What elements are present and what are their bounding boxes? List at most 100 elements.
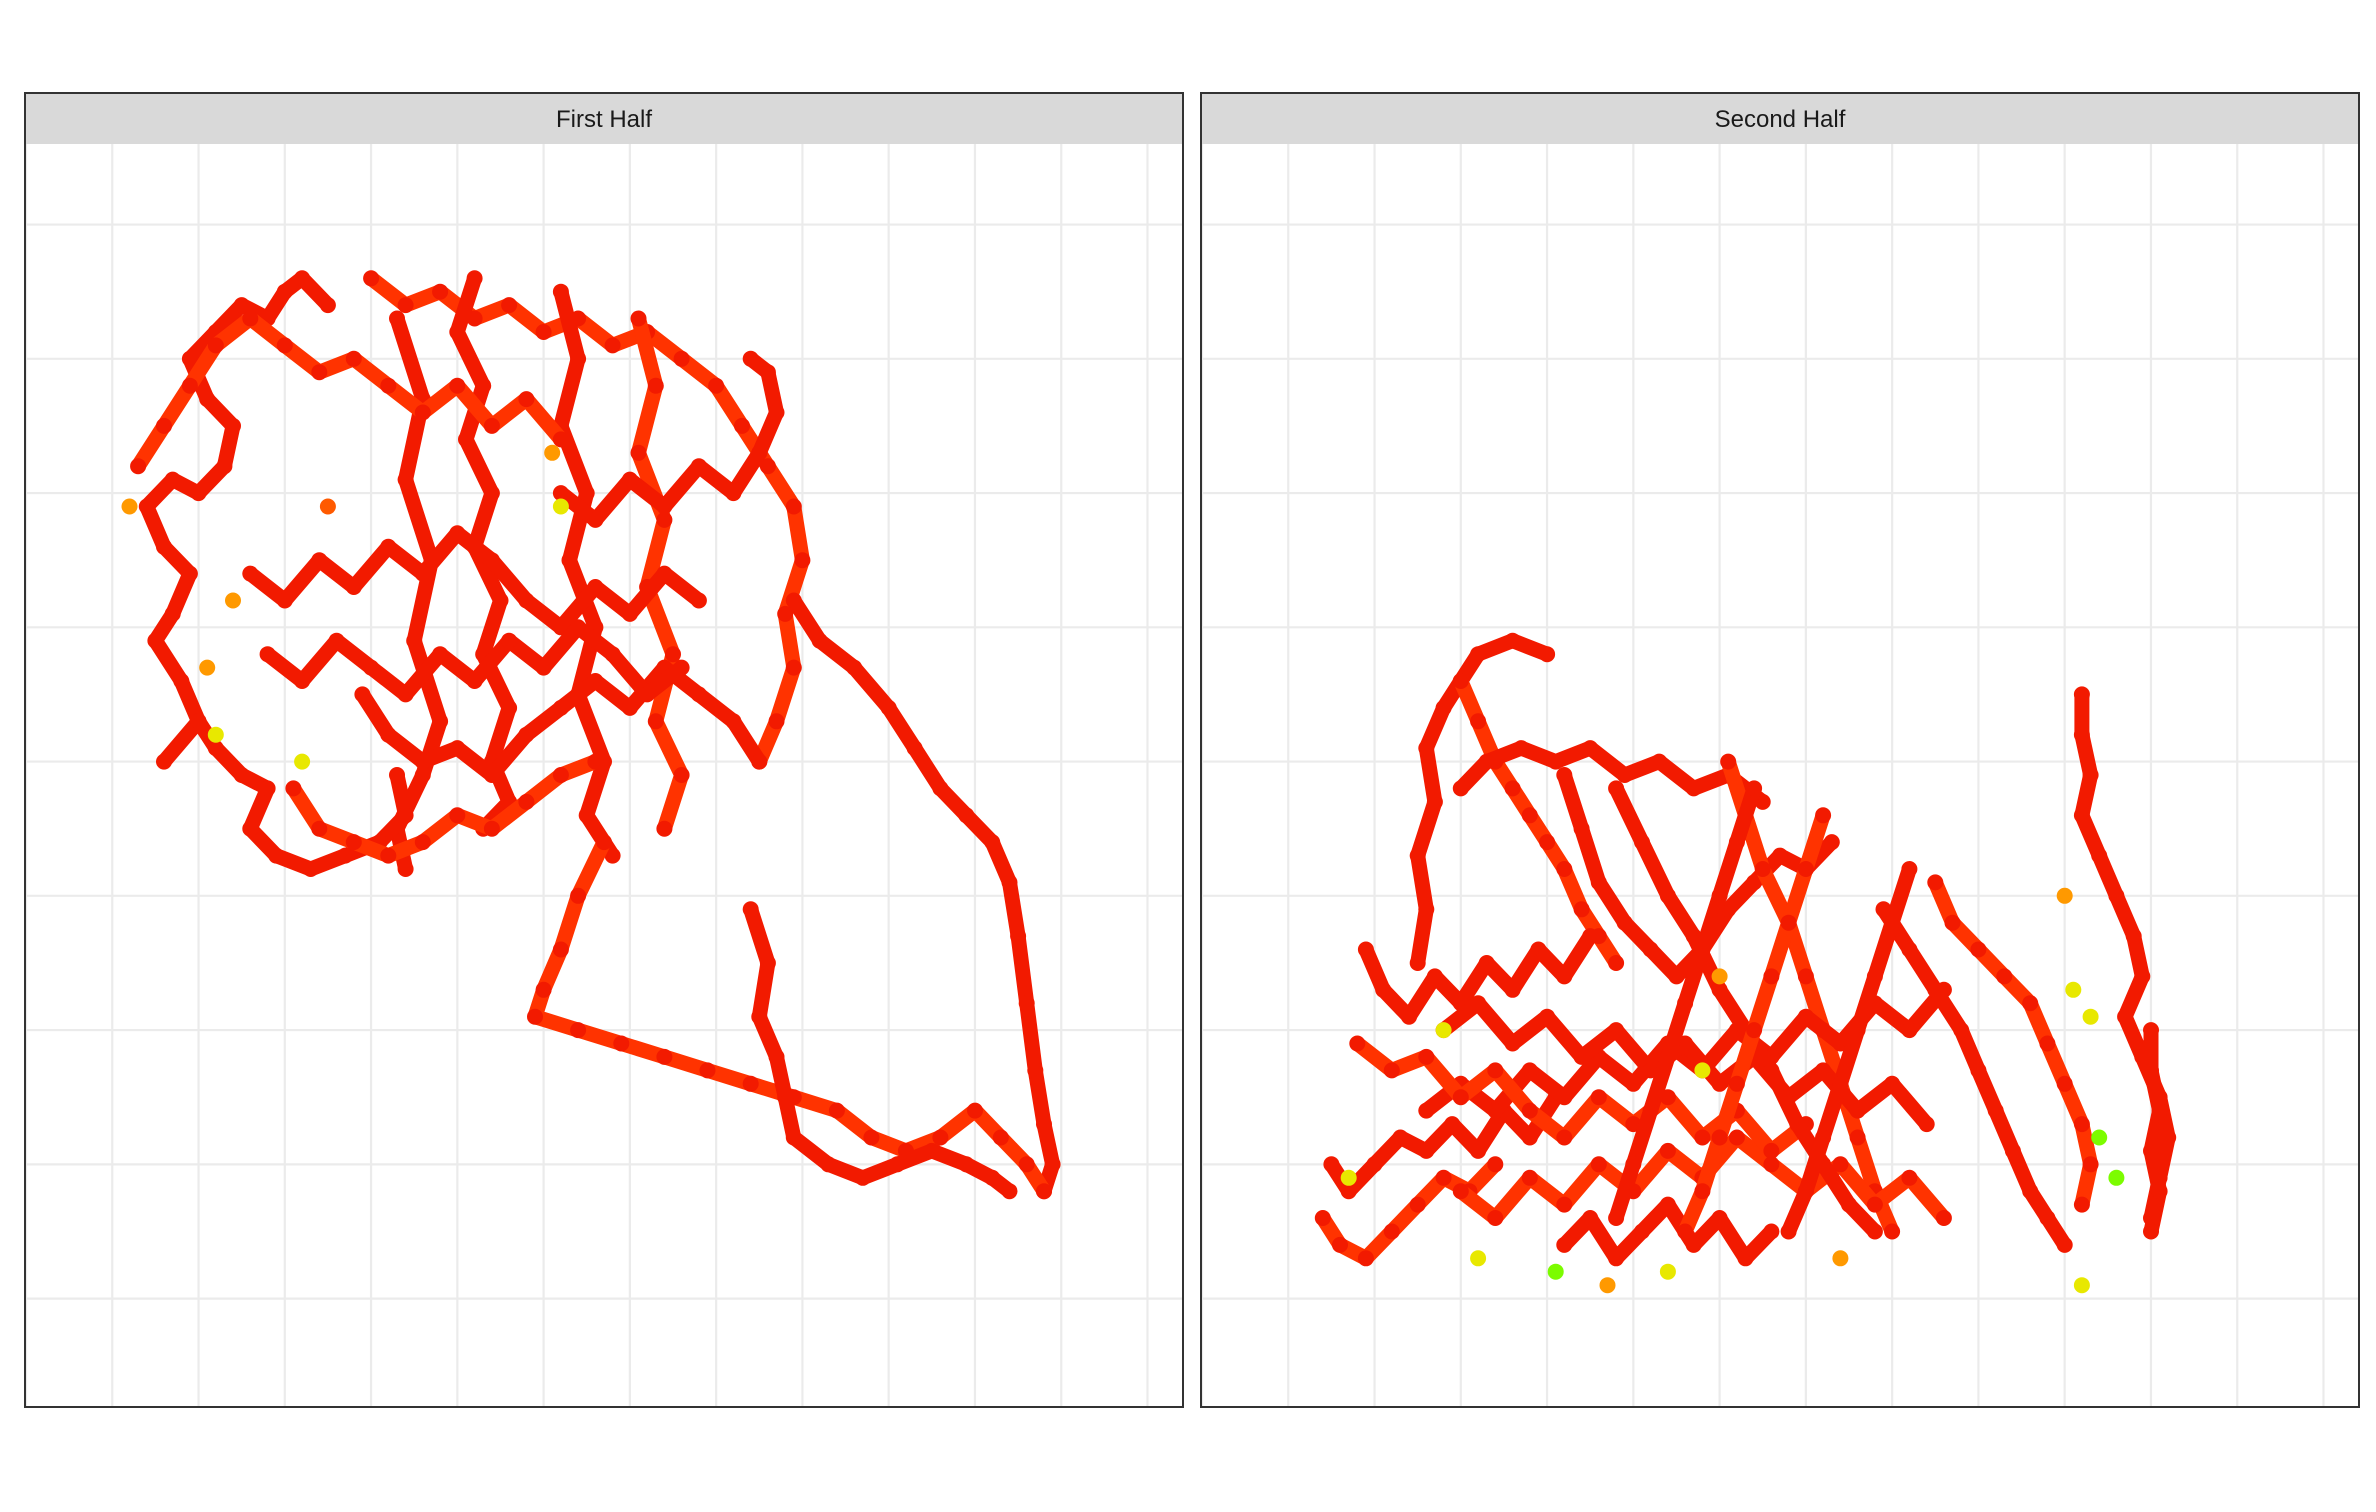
data-point [1659, 887, 1676, 904]
data-point [397, 471, 414, 488]
data-point [1383, 1062, 1400, 1079]
data-point [242, 310, 259, 327]
data-point [181, 377, 198, 394]
data-point [483, 767, 500, 783]
data-point [690, 592, 707, 609]
data-point [190, 713, 207, 730]
data-point [1357, 1250, 1374, 1267]
data-point [1573, 820, 1590, 837]
data-point [639, 686, 656, 703]
data-point [552, 431, 569, 448]
data-point [501, 297, 518, 314]
data-point [1642, 941, 1659, 958]
data-point [164, 471, 181, 488]
data-point [1470, 713, 1487, 730]
data-point [535, 659, 552, 676]
data-point [1901, 861, 1918, 877]
data-point [1884, 1223, 1901, 1240]
data-point [1504, 780, 1521, 797]
data-point [785, 498, 802, 515]
data-point [1616, 767, 1633, 783]
data-point [1711, 1129, 1728, 1146]
data-point [751, 444, 768, 461]
data-point [1383, 1223, 1400, 1240]
data-point [742, 901, 759, 918]
data-point [1763, 968, 1780, 985]
data-point [578, 485, 595, 502]
data-point [363, 270, 380, 287]
data-point [276, 337, 293, 354]
data-point [535, 324, 552, 340]
data-point [1539, 834, 1556, 851]
data-point [1027, 1062, 1044, 1079]
data-point [1651, 753, 1668, 770]
data-point [276, 592, 293, 609]
data-point [1470, 1142, 1487, 1159]
data-point [742, 1075, 759, 1092]
data-point [811, 632, 828, 649]
data-point [1884, 1075, 1901, 1092]
highlight-point [2108, 1169, 2125, 1186]
data-point [596, 834, 612, 851]
data-point [1573, 1048, 1590, 1065]
data-point [397, 686, 414, 703]
data-point [449, 740, 466, 757]
data-point [759, 955, 776, 971]
data-point [328, 632, 345, 649]
data-point [1823, 834, 1840, 851]
data-point [604, 337, 621, 354]
data-point [1452, 1089, 1469, 1106]
data-point [1935, 1210, 1952, 1226]
data-point [2143, 1062, 2159, 1079]
data-point [1418, 740, 1435, 757]
data-point [483, 820, 500, 837]
data-point [397, 297, 414, 314]
data-point [630, 310, 647, 327]
data-point [621, 699, 638, 716]
data-point [449, 377, 466, 394]
data-point [492, 592, 509, 609]
data-point [268, 847, 285, 864]
data-point [1625, 1156, 1642, 1173]
data-point [1772, 847, 1788, 864]
data-point [699, 1062, 716, 1079]
data-point [2125, 928, 2142, 945]
data-point [1634, 834, 1650, 851]
data-point [751, 753, 768, 770]
data-point [552, 767, 569, 783]
data-point [363, 659, 380, 676]
data-point [1470, 995, 1487, 1012]
data-point [889, 1156, 906, 1173]
data-point [1435, 1169, 1452, 1186]
data-point [570, 619, 587, 636]
data-point [130, 458, 147, 475]
data-point [483, 552, 500, 569]
data-point [587, 673, 604, 689]
data-point [1608, 955, 1625, 971]
data-point [147, 632, 164, 649]
data-point [734, 417, 750, 434]
data-point [1314, 1210, 1331, 1226]
data-point [906, 740, 923, 757]
data-point [233, 297, 250, 314]
data-point [2056, 1236, 2073, 1253]
data-point [1849, 1102, 1866, 1119]
data-point [1036, 1116, 1052, 1133]
data-point [389, 310, 405, 327]
data-point [259, 646, 276, 663]
data-point [1728, 834, 1745, 851]
data-point [2039, 1210, 2056, 1226]
data-point [725, 713, 742, 730]
data-point [1375, 981, 1392, 998]
data-point [1513, 740, 1530, 757]
data-point [2004, 1142, 2021, 1159]
data-point [1866, 968, 1883, 985]
data-point [1711, 1210, 1728, 1226]
data-point [475, 377, 492, 394]
data-point [389, 767, 405, 783]
data-point [1582, 740, 1599, 757]
data-point [1832, 1075, 1849, 1092]
data-point [1470, 646, 1487, 663]
position-track-second-half-16 [2143, 1022, 2168, 1239]
highlight-point [1659, 1263, 1676, 1280]
